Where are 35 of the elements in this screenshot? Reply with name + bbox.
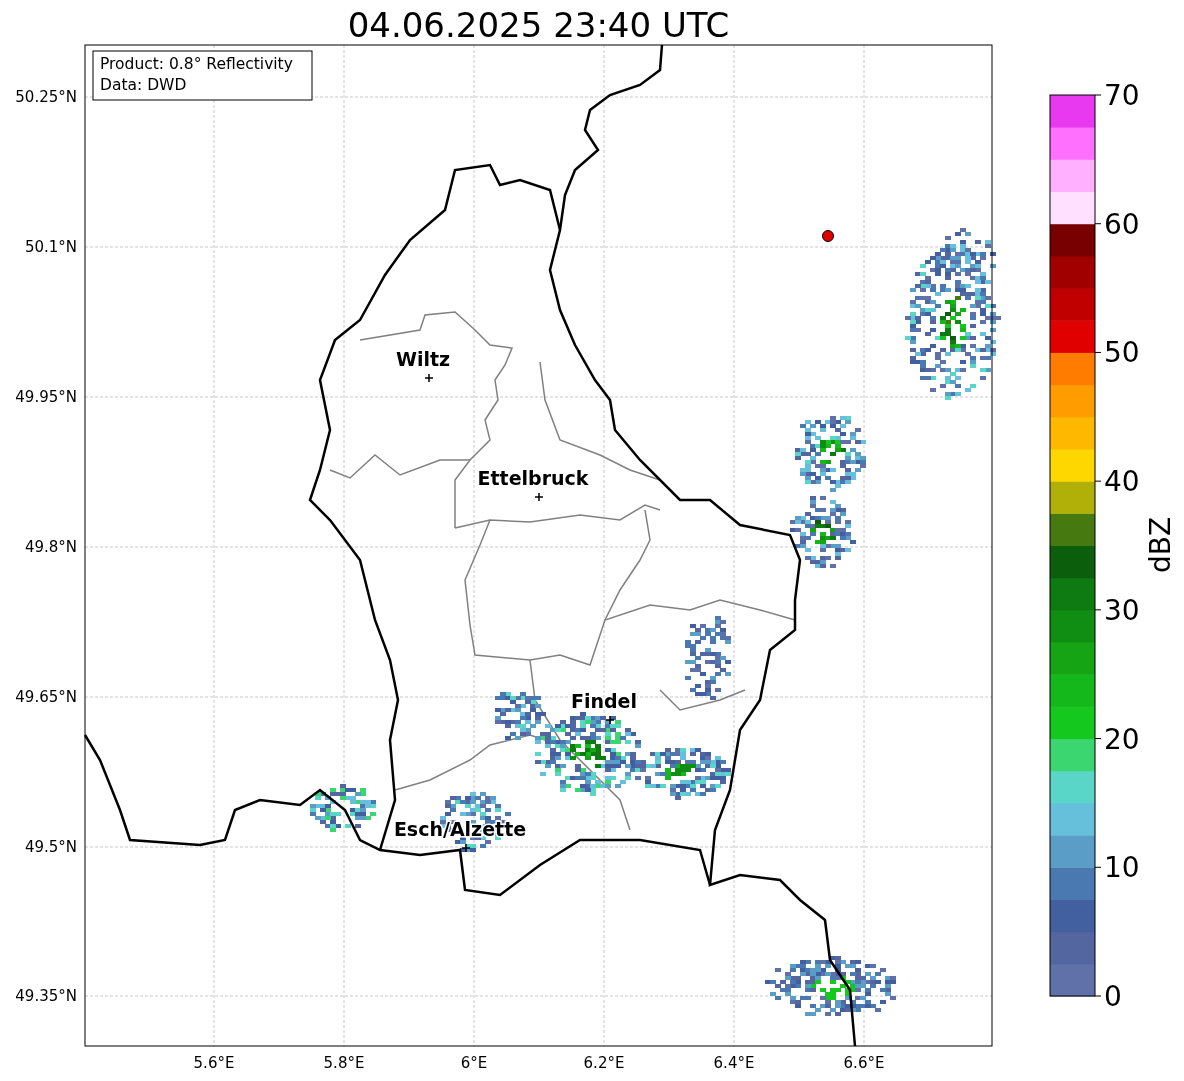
- latitude-label: 49.65°N: [15, 688, 77, 706]
- colorbar-tick-label: 40: [1104, 465, 1140, 499]
- longitude-label: 6.4°E: [713, 1054, 755, 1072]
- latitude-label: 49.35°N: [15, 987, 77, 1005]
- chart-title: 04.06.2025 23:40 UTC: [347, 5, 730, 45]
- colorbar-tick-label: 0: [1104, 980, 1122, 1013]
- colorbar-tick-label: 10: [1104, 851, 1140, 885]
- city-label: Wiltz: [395, 348, 451, 370]
- longitude-label: 5.8°E: [323, 1054, 365, 1072]
- latitude-label: 50.25°N: [15, 88, 77, 106]
- info-text: Product: 0.8° Reflectivity: [100, 55, 293, 73]
- colorbar-tick-label: 50: [1104, 336, 1140, 370]
- radar-echo-drawing: [310, 784, 376, 832]
- colorbar-tick-label: 70: [1104, 79, 1140, 112]
- city-marker-icon: [534, 492, 544, 502]
- city-label: Ettelbruck: [477, 467, 589, 489]
- latitude-label: 50.1°N: [24, 238, 77, 256]
- longitude-label: 6°E: [460, 1054, 488, 1072]
- longitude-label: 6.6°E: [843, 1054, 885, 1072]
- latitude-label: 49.5°N: [24, 838, 77, 856]
- colorbar-tick-label: 60: [1104, 207, 1140, 241]
- city-marker-icon: [605, 715, 615, 725]
- radar-site-marker: [822, 230, 834, 242]
- latitude-label: 49.8°N: [24, 538, 77, 556]
- longitude-label: 6.2°E: [583, 1054, 625, 1072]
- radar-echo-drawing: [790, 496, 856, 568]
- colorbar-tick-label: 20: [1104, 722, 1140, 756]
- city-marker-icon: [424, 373, 434, 383]
- latitude-label: 49.95°N: [15, 388, 77, 406]
- colorbar-tick-label: 30: [1104, 593, 1140, 627]
- info-text: Data: DWD: [100, 76, 187, 94]
- city-marker-icon: [461, 843, 471, 853]
- city-label: Findel: [571, 690, 637, 712]
- longitude-label: 5.6°E: [193, 1054, 235, 1072]
- colorbar-label: dBZ: [1144, 516, 1177, 574]
